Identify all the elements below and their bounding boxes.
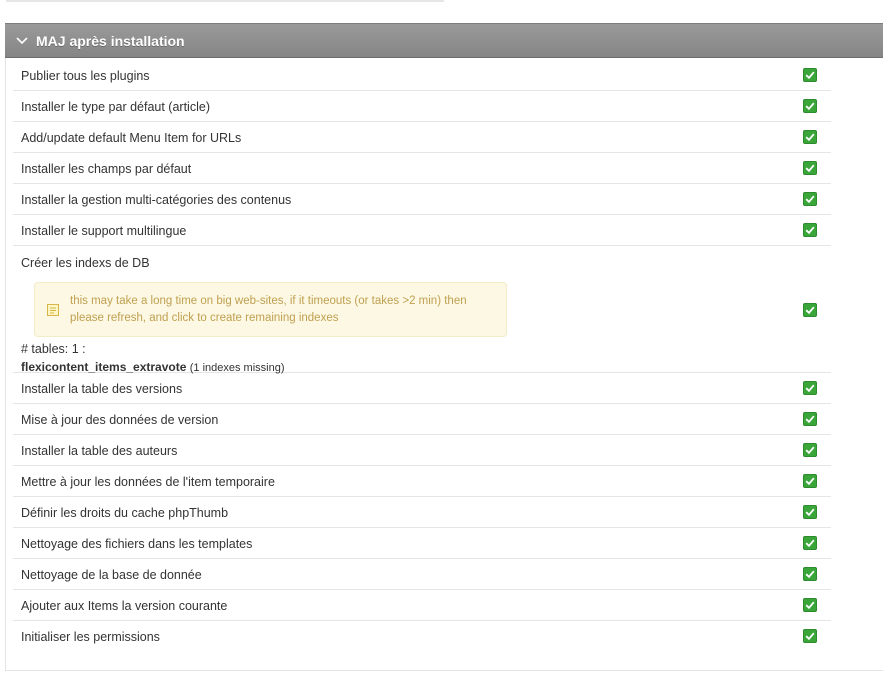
task-row: Installer le support multilingue xyxy=(13,215,831,246)
check-icon xyxy=(803,412,817,426)
check-icon xyxy=(803,474,817,488)
task-row: Mise à jour des données de version xyxy=(13,404,831,435)
check-icon xyxy=(803,598,817,612)
table-name-line: flexicontent_items_extravote (1 indexes … xyxy=(21,360,285,374)
check-icon xyxy=(803,161,817,175)
panel-title: MAJ après installation xyxy=(36,32,185,49)
task-label: Add/update default Menu Item for URLs xyxy=(21,131,242,145)
task-row: Installer la gestion multi-catégories de… xyxy=(13,184,831,215)
task-label: Installer la table des auteurs xyxy=(21,444,178,458)
top-divider xyxy=(6,0,444,2)
note-icon xyxy=(46,303,60,317)
task-row: Définir les droits du cache phpThumb xyxy=(13,497,831,528)
task-label: Mise à jour des données de version xyxy=(21,413,219,427)
task-row: Installer la table des auteurs xyxy=(13,435,831,466)
task-row: Publier tous les plugins xyxy=(13,60,831,91)
task-row: Nettoyage de la base de donnée xyxy=(13,559,831,590)
task-label: Installer la table des versions xyxy=(21,382,183,396)
check-icon xyxy=(803,505,817,519)
check-icon xyxy=(803,567,817,581)
task-label: Mettre à jour les données de l'item temp… xyxy=(21,475,275,489)
check-icon xyxy=(803,99,817,113)
task-row: Mettre à jour les données de l'item temp… xyxy=(13,466,831,497)
task-label: Initialiser les permissions xyxy=(21,630,160,644)
task-label: Installer les champs par défaut xyxy=(21,162,192,176)
check-icon xyxy=(803,629,817,643)
check-icon xyxy=(803,303,817,317)
check-icon xyxy=(803,223,817,237)
task-label: Installer le support multilingue xyxy=(21,224,187,238)
task-row: Ajouter aux Items la version courante xyxy=(13,590,831,621)
tables-count: # tables: 1 : xyxy=(21,342,86,356)
check-icon xyxy=(803,443,817,457)
chevron-down-icon xyxy=(14,33,30,49)
task-list: Publier tous les plugins Installer le ty… xyxy=(13,60,831,652)
check-icon xyxy=(803,130,817,144)
check-icon xyxy=(803,192,817,206)
task-label: Nettoyage des fichiers dans les template… xyxy=(21,537,253,551)
task-label: Installer le type par défaut (article) xyxy=(21,100,210,114)
check-icon xyxy=(803,536,817,550)
panel-header-toggle[interactable]: MAJ après installation xyxy=(5,23,883,58)
check-icon xyxy=(803,381,817,395)
task-row: Installer le type par défaut (article) xyxy=(13,91,831,122)
warning-notice: this may take a long time on big web-sit… xyxy=(34,282,507,337)
task-label: Ajouter aux Items la version courante xyxy=(21,599,228,613)
task-row: Nettoyage des fichiers dans les template… xyxy=(13,528,831,559)
task-row: Installer les champs par défaut xyxy=(13,153,831,184)
notice-text: this may take a long time on big web-sit… xyxy=(70,295,467,324)
task-row: Initialiser les permissions xyxy=(13,621,831,652)
task-label: Créer les indexs de DB xyxy=(21,256,150,270)
task-label: Installer la gestion multi-catégories de… xyxy=(21,193,292,207)
task-label: Publier tous les plugins xyxy=(21,69,150,83)
table-name: flexicontent_items_extravote xyxy=(21,360,187,374)
task-row: Installer la table des versions xyxy=(13,373,831,404)
task-label: Définir les droits du cache phpThumb xyxy=(21,506,229,520)
task-row: Add/update default Menu Item for URLs xyxy=(13,122,831,153)
task-label: Nettoyage de la base de donnée xyxy=(21,568,202,582)
check-icon xyxy=(803,68,817,82)
task-row-db-indexes: Créer les indexs de DB this may take a l… xyxy=(13,246,831,374)
